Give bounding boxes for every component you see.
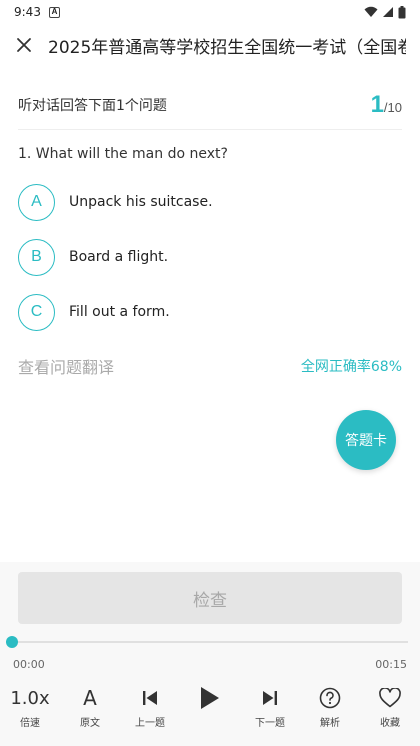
player-controls: 1.0x 倍速 A 原文 上一题 下一题 解析 收藏 [0,686,420,734]
translate-link[interactable]: 查看问题翻译 [18,354,114,378]
status-time: 9:43 [14,5,41,19]
option-c[interactable]: C Fill out a form. [18,293,170,331]
wifi-icon [364,6,378,17]
option-text: Unpack his suitcase. [69,194,213,210]
original-text-icon: A [83,686,97,710]
speed-value: 1.0x [10,687,50,709]
question-text: 1. What will the man do next? [18,146,228,162]
favorite-label: 收藏 [380,718,400,729]
translate-row: 查看问题翻译 全网正确率68% [18,354,402,378]
status-icons [364,5,406,19]
favorite-button[interactable]: 收藏 [360,686,420,729]
skip-next-icon [263,691,277,705]
speed-button[interactable]: 1.0x 倍速 [0,686,60,730]
analysis-label: 解析 [320,718,340,729]
skip-previous-icon [143,691,157,705]
page-title: 2025年普通高等学校招生全国统一考试（全国卷）英语听力 [48,37,406,58]
bottom-panel: 检查 00:00 00:15 1.0x 倍速 A 原文 上一题 下一题 解析 收… [0,562,420,746]
option-letter: B [18,238,55,276]
heart-icon [379,688,401,708]
original-label: 原文 [80,718,100,729]
progress-track[interactable] [12,641,408,643]
instruction-row: 听对话回答下面1个问题 1 /10 [18,88,402,130]
next-label: 下一题 [255,718,285,729]
option-b[interactable]: B Board a flight. [18,238,168,276]
close-icon [17,38,31,52]
battery-icon [398,5,406,18]
previous-button[interactable]: 上一题 [120,686,180,729]
status-bar: 9:43 A [0,0,420,24]
close-button[interactable] [0,28,48,62]
counter-current: 1 [370,91,384,118]
question-counter: 1 /10 [370,91,402,118]
next-button[interactable]: 下一题 [240,686,300,729]
option-a[interactable]: A Unpack his suitcase. [18,183,213,221]
total-time: 00:15 [375,658,407,671]
speed-label: 倍速 [20,718,40,729]
notification-icon: A [48,6,60,18]
option-text: Board a flight. [69,249,169,265]
check-button[interactable]: 检查 [18,572,402,624]
previous-label: 上一题 [135,718,165,729]
analysis-button[interactable]: 解析 [300,686,360,729]
answer-card-button[interactable]: 答题卡 [336,410,396,470]
option-letter: A [18,183,55,221]
instruction-text: 听对话回答下面1个问题 [18,98,167,114]
header: 2025年普通高等学校招生全国统一考试（全国卷）英语听力 [0,28,420,62]
option-letter: C [18,293,55,331]
play-button[interactable] [180,686,240,710]
progress-thumb[interactable] [6,636,18,648]
accuracy-rate: 全网正确率68% [300,359,402,375]
signal-icon [383,7,393,17]
counter-total: /10 [383,100,402,115]
current-time: 00:00 [13,658,45,671]
option-text: Fill out a form. [69,304,170,320]
help-circle-icon [319,687,341,709]
original-text-button[interactable]: A 原文 [60,686,120,729]
play-icon [201,687,219,709]
